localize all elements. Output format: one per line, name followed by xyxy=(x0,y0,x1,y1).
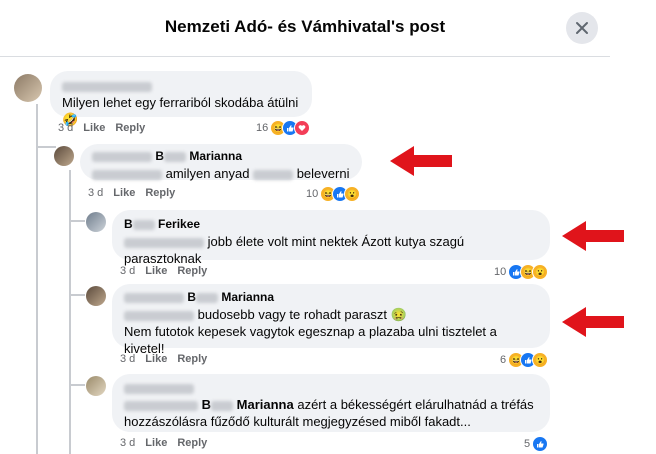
reaction-summary[interactable]: 6 😆 😮 xyxy=(500,352,549,368)
thread-line xyxy=(71,294,85,296)
red-arrow-icon xyxy=(562,221,624,251)
red-arrow-icon xyxy=(562,307,624,337)
reaction-count: 6 xyxy=(500,354,507,366)
close-icon xyxy=(576,22,588,34)
mention[interactable]: B Marianna xyxy=(202,397,294,412)
avatar[interactable] xyxy=(54,146,74,166)
comment-text: hozzászólásra fűződő kulturált megjegyzé… xyxy=(124,414,471,429)
comment-text: amilyen anyad beleverni xyxy=(92,165,350,182)
reaction-summary[interactable]: 5 xyxy=(524,436,549,452)
thread-line xyxy=(71,220,85,222)
reaction-summary[interactable]: 10 😆 😮 xyxy=(494,264,549,280)
avatar[interactable] xyxy=(86,212,106,232)
reply-button[interactable]: Reply xyxy=(177,437,207,449)
reaction-summary[interactable]: 10 😆 😮 xyxy=(306,186,361,202)
comment-actions: 3 d Like Reply xyxy=(120,437,207,449)
reaction-count: 16 xyxy=(256,122,269,134)
wow-reaction-icon: 😮 xyxy=(532,352,549,368)
reply-button[interactable]: Reply xyxy=(177,265,207,277)
avatar[interactable] xyxy=(86,286,106,306)
reaction-count: 10 xyxy=(494,266,507,278)
comment-author[interactable] xyxy=(62,77,300,94)
wow-reaction-icon: 😮 xyxy=(532,264,549,280)
comment-bubble: Milyen lehet egy ferrariból skodába átül… xyxy=(50,71,312,127)
reaction-count: 10 xyxy=(306,188,319,200)
comment-actions: 3 d Like Reply xyxy=(120,265,207,277)
like-reaction-icon xyxy=(532,436,549,452)
thread-line xyxy=(36,104,38,454)
comment-time[interactable]: 3 d xyxy=(58,122,73,134)
comment-author[interactable]: B Marianna xyxy=(92,148,350,165)
comment-author[interactable] xyxy=(124,379,538,396)
comment-author[interactable]: B Ferikee xyxy=(124,216,538,233)
comment-actions: 3 d Like Reply xyxy=(120,353,207,365)
thread-line xyxy=(38,146,56,148)
comment-text: jobb élete volt mint nektek Ázott kutya … xyxy=(124,234,465,266)
wow-reaction-icon: 😮 xyxy=(344,186,361,202)
comment-bubble: B Marianna azért a békességért elárulhat… xyxy=(112,374,550,432)
comment-text: Nem futotok kepesek vagytok egesznap a p… xyxy=(124,324,497,356)
like-button[interactable]: Like xyxy=(113,187,135,199)
reaction-count: 5 xyxy=(524,438,531,450)
comment-bubble: B Marianna budosebb vagy te rohadt paras… xyxy=(112,284,550,356)
reaction-summary[interactable]: 16 😆 xyxy=(256,120,311,136)
reply-button[interactable]: Reply xyxy=(115,122,145,134)
like-button[interactable]: Like xyxy=(145,265,167,277)
comment-bubble: B Marianna amilyen anyad beleverni xyxy=(80,144,362,182)
love-reaction-icon xyxy=(294,120,311,136)
comment-text: budosebb vagy te rohadt paraszt 🤢 xyxy=(124,306,538,323)
comment-time[interactable]: 3 d xyxy=(120,265,135,277)
avatar[interactable] xyxy=(86,376,106,396)
red-arrow-icon xyxy=(390,146,452,176)
avatar[interactable] xyxy=(14,74,42,102)
comment-text: B Marianna azért a békességért elárulhat… xyxy=(124,396,538,413)
thread-line xyxy=(71,384,85,386)
comment-time[interactable]: 3 d xyxy=(120,437,135,449)
page-title: Nemzeti Adó- és Vámhivatal's post xyxy=(164,17,446,36)
comment-time[interactable]: 3 d xyxy=(120,353,135,365)
reply-button[interactable]: Reply xyxy=(145,187,175,199)
reply-button[interactable]: Reply xyxy=(177,353,207,365)
comment-actions: 3 d Like Reply xyxy=(88,187,175,199)
like-button[interactable]: Like xyxy=(145,437,167,449)
close-button[interactable] xyxy=(566,12,598,44)
thread-line xyxy=(69,170,71,454)
comment-author[interactable]: B Marianna xyxy=(124,289,538,306)
like-button[interactable]: Like xyxy=(145,353,167,365)
comment-time[interactable]: 3 d xyxy=(88,187,103,199)
like-button[interactable]: Like xyxy=(83,122,105,134)
post-dialog-header: Nemzeti Adó- és Vámhivatal's post xyxy=(0,0,610,57)
comment-bubble: B Ferikee jobb élete volt mint nektek Áz… xyxy=(112,210,550,266)
comment-actions: 3 d Like Reply xyxy=(58,122,145,134)
